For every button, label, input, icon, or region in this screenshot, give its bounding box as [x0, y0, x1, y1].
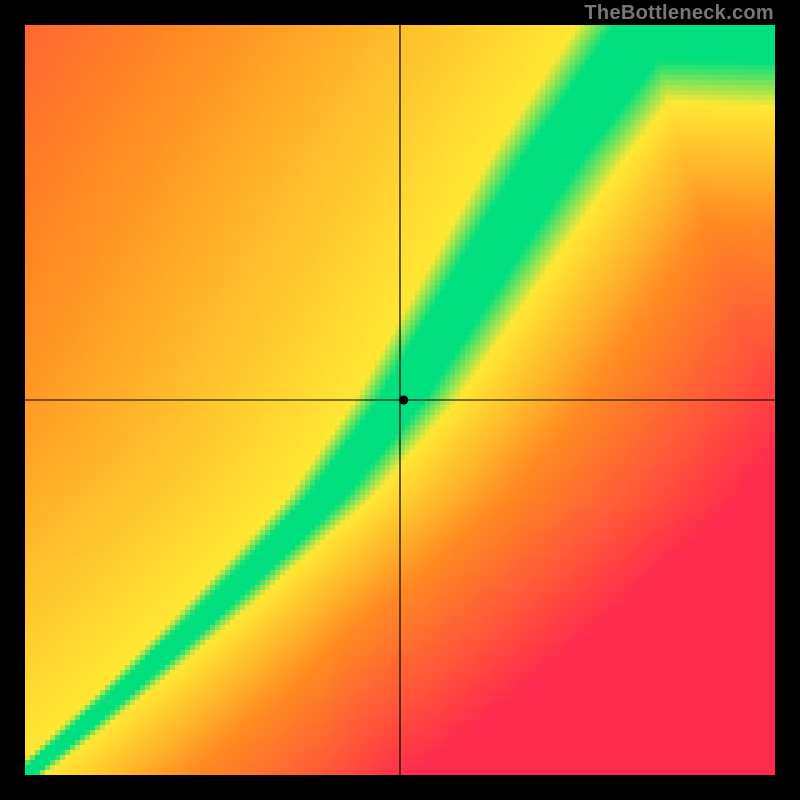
heatmap-overlay: [25, 25, 775, 775]
chart-container: { "watermark": "TheBottleneck.com", "col…: [0, 0, 800, 800]
watermark-text: TheBottleneck.com: [584, 2, 774, 25]
